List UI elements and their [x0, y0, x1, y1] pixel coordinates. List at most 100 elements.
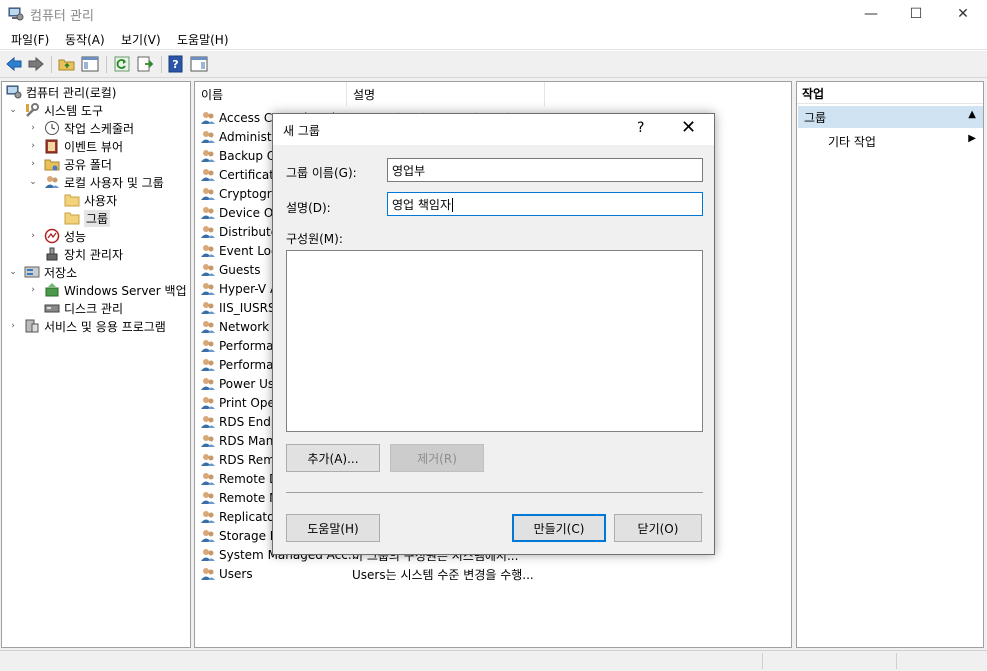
tree-item-event-viewer[interactable]: › 이벤트 뷰어	[28, 137, 123, 155]
dialog-close-icon[interactable]: ✕	[681, 117, 696, 138]
minimize-button[interactable]: —	[848, 0, 894, 28]
tree-item-performance[interactable]: › 성능	[28, 227, 86, 245]
members-list[interactable]	[286, 250, 703, 432]
up-folder-icon[interactable]	[58, 55, 76, 73]
dialog-separator	[286, 492, 703, 493]
actions-section-groups[interactable]: 그룹 ▲	[798, 106, 983, 128]
tree-label: 공유 폴더	[64, 157, 112, 172]
help-button[interactable]: 도움말(H)	[286, 514, 380, 542]
clock-icon	[45, 121, 59, 135]
tree-item-disk-management[interactable]: 디스크 관리	[44, 299, 123, 317]
group-icon	[201, 168, 215, 181]
tree-label: 이벤트 뷰어	[64, 139, 124, 154]
column-header-description[interactable]: 설명	[347, 82, 545, 106]
chevron-right-icon[interactable]: ›	[28, 123, 38, 133]
group-icon	[201, 453, 215, 466]
tree-label: 저장소	[44, 265, 78, 280]
group-name: Guests	[219, 262, 261, 277]
group-icon	[201, 491, 215, 504]
actions-header: 작업	[797, 82, 983, 104]
group-icon	[201, 111, 215, 124]
group-icon	[201, 263, 215, 276]
dialog-title-bar: 새 그룹 ? ✕	[273, 114, 714, 145]
tree-item-services-apps[interactable]: › 서비스 및 응용 프로그램	[8, 317, 166, 335]
device-manager-icon	[46, 247, 58, 261]
list-item[interactable]: Users Users는 시스템 수준 변경을 수행...	[200, 564, 534, 583]
group-name-input[interactable]: 영업부	[387, 158, 703, 182]
menu-file[interactable]: 파일(F)	[11, 31, 49, 48]
export-list-icon[interactable]	[136, 55, 154, 73]
forward-arrow-icon[interactable]	[27, 55, 45, 73]
group-icon	[201, 548, 215, 561]
group-icon	[201, 377, 215, 390]
status-bar	[0, 650, 987, 671]
show-action-pane-icon[interactable]	[190, 55, 208, 73]
shared-folder-icon	[44, 159, 60, 171]
tree-item-storage[interactable]: ⌄ 저장소	[8, 263, 77, 281]
description-input[interactable]: 영업 책임자	[387, 192, 703, 216]
tree-item-windows-backup[interactable]: › Windows Server 백업	[28, 281, 187, 299]
members-label: 구성원(M):	[286, 232, 343, 246]
tree-item-task-scheduler[interactable]: › 작업 스케줄러	[28, 119, 134, 137]
tree-item-groups[interactable]: 그룹	[64, 209, 111, 227]
help-icon[interactable]: ?	[167, 55, 185, 73]
list-item[interactable]: Guests	[200, 260, 261, 279]
maximize-button[interactable]: ☐	[893, 0, 939, 28]
svg-text:?: ?	[172, 58, 178, 71]
action-label: 기타 작업	[828, 135, 876, 149]
close-dialog-button[interactable]: 닫기(O)	[614, 514, 702, 542]
tree-pane: 컴퓨터 관리(로컬) ⌄ 시스템 도구 › 작업 스케줄러 › 이벤트 뷰어 ›…	[1, 81, 191, 648]
tree-item-system-tools[interactable]: ⌄ 시스템 도구	[8, 101, 103, 119]
add-button[interactable]: 추가(A)...	[286, 444, 380, 472]
dialog-help-icon[interactable]: ?	[637, 120, 644, 136]
menu-view[interactable]: 보기(V)	[121, 31, 161, 48]
close-button[interactable]: ✕	[940, 0, 986, 28]
chevron-right-icon[interactable]: ›	[8, 321, 18, 331]
services-icon	[25, 319, 39, 333]
description-label: 설명(D):	[286, 201, 331, 215]
tree-item-users[interactable]: 사용자	[64, 191, 117, 209]
column-header-name[interactable]: 이름	[195, 82, 347, 106]
show-hide-tree-icon[interactable]	[81, 55, 99, 73]
tree-item-device-manager[interactable]: 장치 관리자	[44, 245, 123, 263]
list-item[interactable]: IIS_IUSRS	[200, 298, 276, 317]
refresh-icon[interactable]	[113, 55, 131, 73]
group-name: Users	[219, 566, 253, 581]
toolbar: ?	[0, 51, 987, 78]
chevron-right-icon[interactable]: ›	[28, 285, 38, 295]
tree-label: 성능	[64, 229, 87, 244]
chevron-down-icon[interactable]: ⌄	[8, 267, 18, 277]
tree-label: 로컬 사용자 및 그룹	[64, 175, 164, 190]
tree-label: 사용자	[84, 193, 118, 208]
tree-item-root[interactable]: 컴퓨터 관리(로컬)	[6, 83, 116, 101]
users-group-icon	[45, 176, 59, 188]
chevron-right-icon[interactable]: ›	[28, 159, 38, 169]
chevron-right-icon[interactable]: ›	[28, 141, 38, 151]
group-icon	[201, 206, 215, 219]
group-icon	[201, 510, 215, 523]
tree-item-shared-folders[interactable]: › 공유 폴더	[28, 155, 112, 173]
back-arrow-icon[interactable]	[5, 55, 23, 73]
event-viewer-icon	[45, 139, 58, 154]
dialog-title: 새 그룹	[283, 124, 320, 138]
tree-item-local-users-groups[interactable]: ⌄ 로컬 사용자 및 그룹	[28, 173, 164, 191]
tree-label: 작업 스케줄러	[64, 121, 135, 136]
list-item[interactable]: Replicator	[200, 507, 279, 526]
new-group-dialog: 새 그룹 ? ✕ 그룹 이름(G): 영업부 설명(D): 영업 책임자 구성원…	[272, 113, 715, 555]
disk-icon	[44, 304, 60, 313]
computer-management-icon	[6, 85, 22, 99]
group-name: IIS_IUSRS	[219, 300, 276, 315]
group-description: Users는 시스템 수준 변경을 수행...	[352, 568, 534, 582]
folder-icon	[64, 194, 80, 207]
menu-action[interactable]: 동작(A)	[65, 31, 105, 48]
menu-help[interactable]: 도움말(H)	[177, 31, 229, 48]
action-more-actions[interactable]: 기타 작업 ▶	[828, 133, 978, 151]
remove-button[interactable]: 제거(R)	[390, 444, 484, 472]
create-button[interactable]: 만들기(C)	[512, 514, 606, 542]
chevron-down-icon[interactable]: ⌄	[8, 105, 18, 115]
chevron-right-icon[interactable]: ›	[28, 231, 38, 241]
chevron-down-icon[interactable]: ⌄	[28, 177, 38, 187]
tree-label: 장치 관리자	[64, 247, 124, 262]
group-icon	[201, 187, 215, 200]
collapse-up-icon[interactable]: ▲	[968, 109, 976, 120]
